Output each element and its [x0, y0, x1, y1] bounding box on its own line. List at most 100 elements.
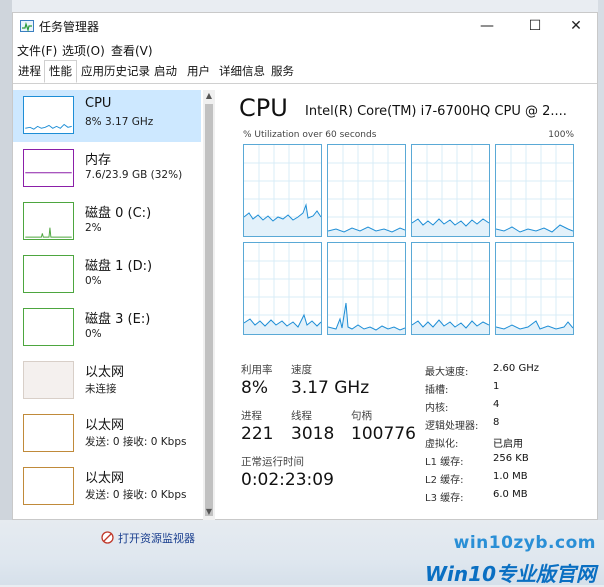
- task-manager-icon: [20, 20, 34, 33]
- tab-app-history[interactable]: 应用历史记录: [77, 61, 154, 82]
- sidebar-item-ethernet-3[interactable]: 以太网 发送: 0 接收: 0 Kbps: [13, 461, 201, 513]
- sidebar-scrollbar[interactable]: ▲ ▼: [203, 90, 215, 520]
- cpu-model: Intel(R) Core(TM) i7-6700HQ CPU @ 2....: [305, 104, 567, 119]
- sidebar-item-value: 7.6/23.9 GB (32%): [85, 169, 183, 181]
- uptime-label: 正常运行时间: [241, 456, 304, 468]
- ethernet-mini-graph: [23, 467, 74, 505]
- disk-mini-graph: [23, 202, 74, 240]
- sidebar-item-label: 以太网: [85, 418, 125, 433]
- sidebar-item-disk-c[interactable]: 磁盘 0 (C:) 2%: [13, 196, 201, 248]
- threads-label: 线程: [291, 410, 312, 422]
- sidebar-item-disk-e[interactable]: 磁盘 3 (E:) 0%: [13, 302, 201, 354]
- minimize-button[interactable]: —: [465, 13, 509, 39]
- tab-services[interactable]: 服务: [267, 61, 298, 82]
- speed-value: 3.17 GHz: [291, 378, 370, 398]
- sidebar-item-cpu[interactable]: CPU 8% 3.17 GHz: [13, 90, 201, 142]
- disk-mini-graph: [23, 308, 74, 346]
- logical-processor-graphs: [243, 144, 574, 337]
- background-left: [0, 0, 12, 585]
- spec-value: 2.60 GHz: [493, 363, 539, 374]
- core-graph-6: [327, 242, 406, 335]
- spec-label: L3 缓存:: [425, 493, 464, 504]
- watermark-domain: win10zyb.com: [453, 533, 596, 553]
- title-bar: 任务管理器 — ☐ ✕: [13, 13, 597, 39]
- tab-bar: 进程 性能 应用历史记录 启动 用户 详细信息 服务: [13, 60, 597, 84]
- sidebar-item-label: 磁盘 0 (C:): [85, 206, 152, 221]
- processes-value: 221: [241, 424, 274, 444]
- ethernet-mini-graph: [23, 414, 74, 452]
- tab-processes[interactable]: 进程: [14, 61, 45, 82]
- sidebar-item-ethernet-2[interactable]: 以太网 发送: 0 接收: 0 Kbps: [13, 408, 201, 460]
- close-button[interactable]: ✕: [554, 13, 598, 39]
- sidebar-item-label: 磁盘 3 (E:): [85, 312, 151, 327]
- threads-value: 3018: [291, 424, 335, 444]
- scroll-down-icon[interactable]: ▼: [203, 507, 215, 519]
- sidebar-item-value: 8% 3.17 GHz: [85, 116, 154, 128]
- memory-mini-graph: [23, 149, 74, 187]
- handles-value: 100776: [351, 424, 416, 444]
- cpu-mini-graph: [23, 96, 74, 134]
- tab-startup[interactable]: 启动: [150, 61, 181, 82]
- background-right: [598, 0, 604, 585]
- watermark-brand: Win10专业版官网: [425, 562, 596, 586]
- spec-label: 虚拟化:: [425, 439, 459, 450]
- handles-label: 句柄: [351, 410, 372, 422]
- spec-value: 已启用: [493, 439, 523, 450]
- spec-label: 内核:: [425, 403, 449, 414]
- menu-options[interactable]: 选项(O): [62, 42, 105, 59]
- spec-label: L2 缓存:: [425, 475, 464, 486]
- spec-value: 6.0 MB: [493, 489, 528, 500]
- resource-sidebar: CPU 8% 3.17 GHz 内存 7.6/23.9 GB (32%) 磁盘 …: [13, 90, 217, 520]
- sidebar-item-value: 2%: [85, 222, 102, 234]
- menu-bar: 文件(F) 选项(O) 查看(V): [13, 39, 597, 59]
- scroll-up-icon[interactable]: ▲: [203, 91, 215, 103]
- sidebar-item-label: 以太网: [85, 365, 125, 380]
- sidebar-item-value: 发送: 0 接收: 0 Kbps: [85, 436, 187, 448]
- spec-label: 逻辑处理器:: [425, 421, 479, 432]
- sidebar-item-memory[interactable]: 内存 7.6/23.9 GB (32%): [13, 143, 201, 195]
- open-resource-monitor-link[interactable]: 打开资源监视器: [118, 530, 195, 546]
- spec-value: 1: [493, 381, 500, 392]
- maximize-button[interactable]: ☐: [513, 13, 557, 39]
- window-title: 任务管理器: [39, 20, 100, 34]
- core-graph-7: [411, 242, 490, 335]
- speed-label: 速度: [291, 364, 312, 376]
- scrollbar-thumb[interactable]: [205, 104, 213, 516]
- task-manager-window: 任务管理器 — ☐ ✕ 文件(F) 选项(O) 查看(V) 进程 性能 应用历史…: [12, 12, 598, 520]
- utilization-label: 利用率: [241, 364, 273, 376]
- sidebar-item-value: 发送: 0 接收: 0 Kbps: [85, 489, 187, 501]
- processes-label: 进程: [241, 410, 262, 422]
- menu-view[interactable]: 查看(V): [111, 42, 153, 59]
- sidebar-item-label: 以太网: [85, 471, 125, 486]
- tab-details[interactable]: 详细信息: [215, 61, 269, 82]
- spec-label: L1 缓存:: [425, 457, 464, 468]
- page-title: CPU: [239, 94, 288, 122]
- spec-value: 8: [493, 417, 500, 428]
- core-graph-8: [495, 242, 574, 335]
- sidebar-item-ethernet-1[interactable]: 以太网 未连接: [13, 355, 201, 407]
- resource-monitor-icon[interactable]: [101, 531, 114, 544]
- spec-label: 插槽:: [425, 385, 449, 396]
- utilization-caption: % Utilization over 60 seconds: [243, 130, 377, 140]
- spec-value: 256 KB: [493, 453, 529, 464]
- utilization-value: 8%: [241, 378, 268, 398]
- spec-value: 4: [493, 399, 500, 410]
- spec-label: 最大速度:: [425, 367, 469, 378]
- sidebar-item-value: 0%: [85, 328, 102, 340]
- sidebar-item-label: 磁盘 1 (D:): [85, 259, 153, 274]
- tab-performance[interactable]: 性能: [44, 60, 77, 83]
- core-graph-3: [411, 144, 490, 237]
- utilization-max: 100%: [548, 130, 574, 140]
- core-graph-5: [243, 242, 322, 335]
- sidebar-item-label: CPU: [85, 96, 112, 111]
- sidebar-item-value: 0%: [85, 275, 102, 287]
- tab-users[interactable]: 用户: [183, 61, 214, 82]
- sidebar-item-disk-d[interactable]: 磁盘 1 (D:) 0%: [13, 249, 201, 301]
- uptime-value: 0:02:23:09: [241, 470, 334, 490]
- menu-file[interactable]: 文件(F): [17, 42, 57, 59]
- core-graph-1: [243, 144, 322, 237]
- sidebar-item-label: 内存: [85, 153, 112, 168]
- disk-mini-graph: [23, 255, 74, 293]
- core-graph-4: [495, 144, 574, 237]
- ethernet-mini-graph: [23, 361, 74, 399]
